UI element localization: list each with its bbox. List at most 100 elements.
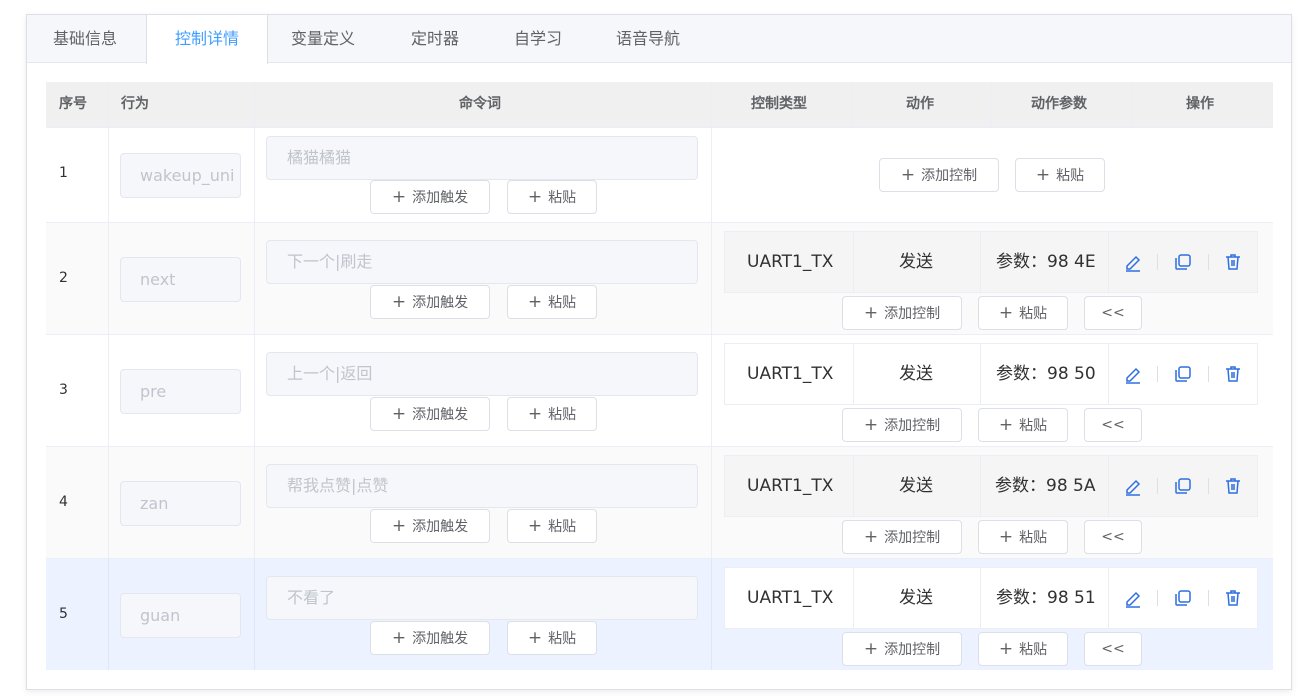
plus-icon: + [391, 628, 407, 648]
control-table: 序号 行为 命令词 控制类型 动作 动作参数 操作 1 wakeup_uni 橘… [46, 82, 1273, 670]
paste-control-button[interactable]: + 粘贴 [978, 296, 1068, 330]
action-param-value: 参数：98 51 [996, 588, 1096, 608]
control-type-value: UART1_TX [747, 588, 834, 608]
paste-control-button[interactable]: + 粘贴 [978, 520, 1068, 554]
add-control-button[interactable]: + 添加控制 [842, 296, 962, 330]
behavior-field[interactable]: next [120, 257, 241, 302]
paste-control-button[interactable]: + 粘贴 [978, 632, 1068, 666]
paste-trigger-button[interactable]: + 粘贴 [507, 180, 597, 214]
plus-icon: + [863, 303, 879, 323]
action-value: 发送 [899, 476, 933, 496]
command-input[interactable]: 下一个|刷走 [266, 240, 698, 284]
behavior-field[interactable]: guan [120, 593, 241, 638]
header-action: 动作 [906, 96, 934, 112]
collapse-button[interactable]: << [1084, 408, 1142, 442]
behavior-field[interactable]: wakeup_uni [120, 153, 241, 198]
header-command: 命令词 [459, 96, 501, 112]
paste-control-button[interactable]: + 粘贴 [1015, 158, 1105, 192]
plus-icon: + [900, 165, 916, 185]
add-control-button[interactable]: + 添加控制 [842, 408, 962, 442]
command-input[interactable]: 帮我点赞|点赞 [266, 464, 698, 508]
paste-trigger-button[interactable]: + 粘贴 [507, 509, 597, 543]
action-param-value: 参数：98 50 [996, 364, 1096, 384]
control-type-value: UART1_TX [747, 252, 834, 272]
paste-trigger-button[interactable]: + 粘贴 [507, 285, 597, 319]
action-value: 发送 [899, 588, 933, 608]
plus-icon: + [391, 292, 407, 312]
plus-icon: + [998, 527, 1014, 547]
plus-icon: + [1035, 165, 1051, 185]
control-item: UART1_TX 发送 参数：98 5A [724, 455, 1258, 517]
header-control-type: 控制类型 [751, 96, 807, 112]
add-trigger-button[interactable]: + 添加触发 [370, 397, 490, 431]
add-trigger-button[interactable]: + 添加触发 [370, 621, 490, 655]
row-index: 1 [59, 165, 68, 181]
tab-control-detail[interactable]: 控制详情 [146, 15, 268, 64]
plus-icon: + [527, 516, 543, 536]
action-value: 发送 [899, 364, 933, 384]
edit-icon[interactable] [1123, 252, 1143, 272]
copy-icon[interactable] [1173, 252, 1193, 272]
row-index: 5 [59, 606, 68, 622]
action-param-value: 参数：98 4E [996, 252, 1096, 272]
header-operation: 操作 [1186, 96, 1214, 112]
add-control-button[interactable]: + 添加控制 [842, 632, 962, 666]
action-param-value: 参数：98 5A [995, 476, 1096, 496]
tab-voice-navigation[interactable]: 语音导航 [616, 15, 680, 63]
delete-icon[interactable] [1223, 588, 1243, 608]
edit-icon[interactable] [1123, 476, 1143, 496]
action-value: 发送 [899, 252, 933, 272]
collapse-button[interactable]: << [1084, 632, 1142, 666]
table-row: 5 guan 不看了 + 添加触发 + 粘贴 UART1_TX 发送 参数：98 5… [46, 558, 1273, 670]
plus-icon: + [527, 187, 543, 207]
add-control-button[interactable]: + 添加控制 [842, 520, 962, 554]
tab-variable-definition[interactable]: 变量定义 [291, 15, 355, 63]
control-item: UART1_TX 发送 参数：98 50 [724, 343, 1258, 405]
behavior-field[interactable]: pre [120, 369, 241, 414]
paste-trigger-button[interactable]: + 粘贴 [507, 397, 597, 431]
collapse-button[interactable]: << [1084, 520, 1142, 554]
plus-icon: + [391, 404, 407, 424]
tab-bar: 基础信息 控制详情 变量定义 定时器 自学习 语音导航 [27, 15, 1291, 64]
add-trigger-button[interactable]: + 添加触发 [370, 509, 490, 543]
add-trigger-button[interactable]: + 添加触发 [370, 180, 490, 214]
plus-icon: + [863, 639, 879, 659]
table-row: 2 next 下一个|刷走 + 添加触发 + 粘贴 UART1_TX 发送 参数：9… [46, 222, 1273, 334]
tab-basic-info[interactable]: 基础信息 [53, 15, 117, 63]
delete-icon[interactable] [1223, 252, 1243, 272]
behavior-field[interactable]: zan [120, 481, 241, 526]
command-input[interactable]: 橘猫橘猫 [266, 136, 698, 180]
header-index: 序号 [59, 96, 87, 112]
delete-icon[interactable] [1223, 476, 1243, 496]
edit-icon[interactable] [1123, 588, 1143, 608]
control-type-value: UART1_TX [747, 476, 834, 496]
command-input[interactable]: 上一个|返回 [266, 352, 698, 396]
header-behavior: 行为 [121, 96, 149, 112]
table-header: 序号 行为 命令词 控制类型 动作 动作参数 操作 [46, 82, 1273, 127]
tab-self-learning[interactable]: 自学习 [514, 15, 562, 63]
tab-timer[interactable]: 定时器 [411, 15, 459, 63]
plus-icon: + [998, 303, 1014, 323]
paste-trigger-button[interactable]: + 粘贴 [507, 621, 597, 655]
table-row: 4 zan 帮我点赞|点赞 + 添加触发 + 粘贴 UART1_TX 发送 参数：9… [46, 446, 1273, 558]
table-row: 3 pre 上一个|返回 + 添加触发 + 粘贴 UART1_TX 发送 参数：98… [46, 334, 1273, 446]
plus-icon: + [527, 292, 543, 312]
add-trigger-button[interactable]: + 添加触发 [370, 285, 490, 319]
copy-icon[interactable] [1173, 476, 1193, 496]
control-type-value: UART1_TX [747, 364, 834, 384]
delete-icon[interactable] [1223, 364, 1243, 384]
paste-control-button[interactable]: + 粘贴 [978, 408, 1068, 442]
plus-icon: + [998, 639, 1014, 659]
command-input[interactable]: 不看了 [266, 576, 698, 620]
table-row: 1 wakeup_uni 橘猫橘猫 + 添加触发 + 粘贴 + 添加控制 + 粘贴 [46, 127, 1273, 222]
collapse-button[interactable]: << [1084, 296, 1142, 330]
copy-icon[interactable] [1173, 588, 1193, 608]
control-item: UART1_TX 发送 参数：98 4E [724, 231, 1258, 293]
copy-icon[interactable] [1173, 364, 1193, 384]
row-index: 4 [59, 494, 68, 510]
plus-icon: + [527, 404, 543, 424]
add-control-button[interactable]: + 添加控制 [879, 158, 999, 192]
plus-icon: + [863, 527, 879, 547]
edit-icon[interactable] [1123, 364, 1143, 384]
plus-icon: + [391, 187, 407, 207]
